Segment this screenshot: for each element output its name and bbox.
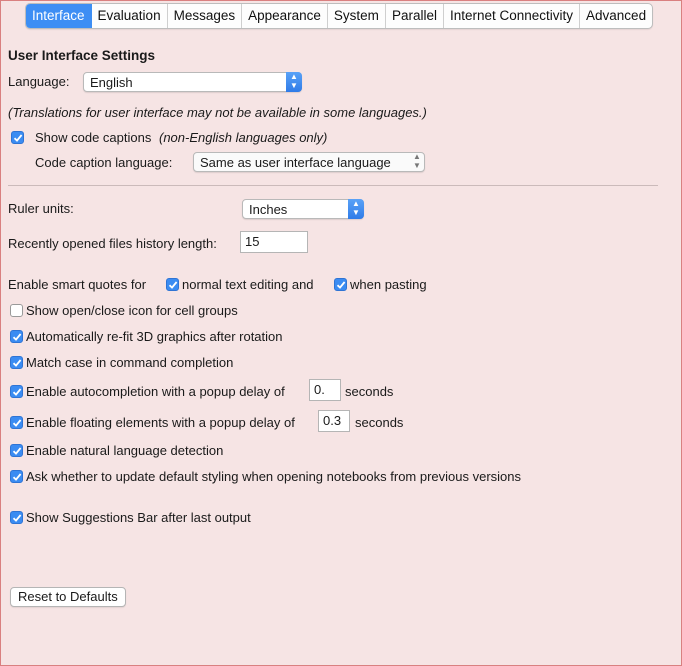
checkmark-icon xyxy=(12,359,22,367)
ruler-units-label: Ruler units: xyxy=(8,201,74,216)
translation-note: (Translations for user interface may not… xyxy=(8,105,427,120)
popup-arrows-icon: ▲ ▼ xyxy=(413,152,421,170)
history-length-field[interactable]: 15 xyxy=(240,231,308,253)
checkmark-icon xyxy=(336,281,346,289)
smart-quotes-normal-checkbox[interactable] xyxy=(166,278,179,291)
natural-language-label: Enable natural language detection xyxy=(26,443,224,458)
smart-quotes-label: Enable smart quotes for xyxy=(8,277,147,292)
smart-quotes-normal-label: normal text editing and xyxy=(182,277,314,292)
language-popup[interactable]: English ▲ ▼ xyxy=(83,72,302,92)
tab-system[interactable]: System xyxy=(328,4,386,28)
smart-quotes-pasting-checkbox[interactable] xyxy=(334,278,347,291)
tab-appearance[interactable]: Appearance xyxy=(242,4,328,28)
update-styling-label: Ask whether to update default styling wh… xyxy=(26,469,522,484)
floating-elements-checkbox[interactable] xyxy=(10,416,23,429)
tab-interface[interactable]: Interface xyxy=(26,4,92,28)
open-close-icon-checkbox[interactable] xyxy=(10,304,23,317)
checkmark-icon xyxy=(13,134,23,142)
autocompletion-label: Enable autocompletion with a popup delay… xyxy=(26,384,285,399)
open-close-icon-label: Show open/close icon for cell groups xyxy=(26,303,238,318)
tab-bar: Interface Evaluation Messages Appearance… xyxy=(25,3,654,29)
match-case-checkbox[interactable] xyxy=(10,356,23,369)
code-captions-note: (non-English languages only) xyxy=(158,130,328,145)
tab-evaluation[interactable]: Evaluation xyxy=(92,4,168,28)
floating-unit: seconds xyxy=(355,415,404,430)
refit-3d-label: Automatically re-fit 3D graphics after r… xyxy=(26,329,283,344)
separator xyxy=(8,185,658,186)
checkmark-icon xyxy=(12,419,22,427)
tab-parallel[interactable]: Parallel xyxy=(386,4,444,28)
match-case-label: Match case in command completion xyxy=(26,355,234,370)
language-label: Language: xyxy=(8,74,70,89)
ruler-units-popup[interactable]: Inches ▲ ▼ xyxy=(242,199,364,219)
autocompletion-unit: seconds xyxy=(345,384,394,399)
checkmark-icon xyxy=(12,333,22,341)
tab-messages[interactable]: Messages xyxy=(168,4,243,28)
refit-3d-checkbox[interactable] xyxy=(10,330,23,343)
code-captions-label: Show code captions (non-English language… xyxy=(35,130,327,145)
checkmark-icon xyxy=(168,281,178,289)
checkmark-icon xyxy=(12,388,22,396)
code-captions-checkbox[interactable] xyxy=(11,131,24,144)
natural-language-checkbox[interactable] xyxy=(10,444,23,457)
ruler-units-value: Inches xyxy=(249,202,288,217)
update-styling-checkbox[interactable] xyxy=(10,470,23,483)
reset-to-defaults-button[interactable]: Reset to Defaults xyxy=(10,587,126,607)
smart-quotes-pasting-label: when pasting xyxy=(350,277,427,292)
checkmark-icon xyxy=(12,447,22,455)
section-title: User Interface Settings xyxy=(8,48,156,63)
suggestions-bar-checkbox[interactable] xyxy=(10,511,23,524)
code-captions-text: Show code captions xyxy=(35,130,152,145)
code-caption-language-label: Code caption language: xyxy=(35,155,173,170)
code-caption-language-popup[interactable]: Same as user interface language ▲ ▼ xyxy=(193,152,425,172)
popup-arrows-icon: ▲ ▼ xyxy=(348,199,364,219)
tab-advanced[interactable]: Advanced xyxy=(580,4,652,28)
tab-internet-connectivity[interactable]: Internet Connectivity xyxy=(444,4,581,28)
autocompletion-checkbox[interactable] xyxy=(10,385,23,398)
floating-delay-field[interactable]: 0.3 xyxy=(318,410,350,432)
autocompletion-delay-field[interactable]: 0. xyxy=(309,379,341,401)
code-caption-language-value: Same as user interface language xyxy=(200,155,391,170)
popup-arrows-icon: ▲ ▼ xyxy=(286,72,302,92)
history-length-label: Recently opened files history length: xyxy=(8,236,217,251)
checkmark-icon xyxy=(12,473,22,481)
checkmark-icon xyxy=(12,514,22,522)
suggestions-bar-label: Show Suggestions Bar after last output xyxy=(26,510,251,525)
floating-elements-label: Enable floating elements with a popup de… xyxy=(26,415,295,430)
language-value: English xyxy=(90,75,133,90)
